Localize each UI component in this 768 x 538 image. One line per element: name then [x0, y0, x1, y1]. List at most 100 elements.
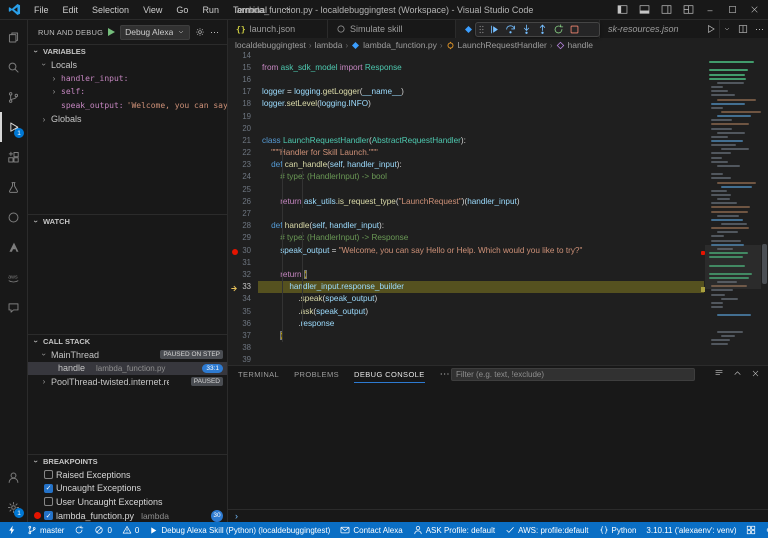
- breakpoint-row[interactable]: Raised Exceptions: [28, 468, 227, 482]
- variable-row[interactable]: › self:: [28, 85, 227, 99]
- run-dropdown-chevron-icon[interactable]: [723, 25, 731, 33]
- line-number[interactable]: 33: [228, 282, 258, 291]
- activitybar-search[interactable]: [0, 52, 27, 82]
- status-language-python[interactable]: Python: [594, 522, 642, 538]
- menu-selection[interactable]: Selection: [85, 5, 136, 15]
- code-line-26[interactable]: 26 return ask_utils.is_request_type("Lau…: [228, 195, 704, 207]
- activitybar-explorer[interactable]: [0, 22, 27, 52]
- line-number[interactable]: 29: [228, 233, 258, 242]
- step-out-icon[interactable]: [535, 23, 550, 36]
- activitybar-aws[interactable]: aws: [0, 262, 27, 292]
- code-line-22[interactable]: 22 """Handler for Skill Launch.""": [228, 147, 704, 159]
- code-line-33[interactable]: 33 handler_input.response_builder: [228, 280, 704, 293]
- code-line-17[interactable]: 17 logger = logging.getLogger(__name__): [228, 86, 704, 98]
- tab-simulate-skill[interactable]: Simulate skill: [328, 20, 456, 38]
- restart-icon[interactable]: [551, 23, 566, 36]
- code-line-29[interactable]: 29 # type: (HandlerInput) -> Response: [228, 232, 704, 244]
- code-line-19[interactable]: 19: [228, 110, 704, 122]
- more-actions-icon[interactable]: ⋯: [210, 27, 219, 38]
- watch-section-header[interactable]: › WATCH: [28, 215, 227, 228]
- code-line-23[interactable]: 23 def can_handle(self, handler_input):: [228, 159, 704, 171]
- code-line-18[interactable]: 18 logger.setLevel(logging.INFO): [228, 98, 704, 110]
- run-python-file-icon[interactable]: [706, 24, 716, 34]
- activitybar-azure[interactable]: [0, 232, 27, 262]
- line-number[interactable]: 30: [228, 246, 258, 255]
- minimap-slider[interactable]: [705, 245, 761, 289]
- status-branch[interactable]: master: [22, 522, 69, 538]
- breadcrumb-lambda-function.py[interactable]: lambda_function.py: [351, 40, 437, 50]
- code-line-34[interactable]: 34 .speak(speak_output): [228, 293, 704, 305]
- line-number[interactable]: 14: [228, 52, 258, 60]
- line-number[interactable]: 20: [228, 124, 258, 133]
- line-number[interactable]: 36: [228, 319, 258, 328]
- line-number[interactable]: 28: [228, 221, 258, 230]
- variables-section-header[interactable]: › VARIABLES: [28, 45, 227, 58]
- continue-icon[interactable]: [487, 23, 502, 36]
- activitybar-extensions[interactable]: [0, 142, 27, 172]
- code-line-38[interactable]: 38: [228, 342, 704, 354]
- menu-go[interactable]: Go: [169, 5, 195, 15]
- code-line-24[interactable]: 24 # type: (HandlerInput) -> bool: [228, 171, 704, 183]
- close-button[interactable]: [744, 1, 764, 19]
- close-panel-icon[interactable]: [751, 369, 760, 378]
- line-number[interactable]: 19: [228, 112, 258, 121]
- panel-tab-problems[interactable]: PROBLEMS: [294, 366, 339, 383]
- breakpoint-row[interactable]: ✓ Uncaught Exceptions: [28, 482, 227, 496]
- line-number[interactable]: 39: [228, 355, 258, 364]
- breadcrumb-launchrequesthandler[interactable]: LaunchRequestHandler: [446, 40, 547, 50]
- status-errors[interactable]: 0: [89, 522, 116, 538]
- code-line-30[interactable]: 30 speak_output = "Welcome, you can say …: [228, 244, 704, 256]
- call-stack-thread2[interactable]: › PoolThread-twisted.internet.react… PAU…: [28, 375, 227, 389]
- line-number[interactable]: 32: [228, 270, 258, 279]
- maximize-button[interactable]: [722, 1, 742, 19]
- step-into-icon[interactable]: [519, 23, 534, 36]
- code-line-32[interactable]: 32 return (: [228, 268, 704, 280]
- breadcrumb-lambda[interactable]: lambda: [315, 40, 343, 50]
- call-stack-frame[interactable]: handle lambda_function.py 33:1: [28, 361, 227, 376]
- activitybar-run-and-debug[interactable]: 1: [0, 112, 27, 142]
- debug-console-filter-input[interactable]: [451, 368, 695, 381]
- step-over-icon[interactable]: [503, 23, 518, 36]
- minimap[interactable]: [701, 55, 761, 347]
- status-feedback[interactable]: [761, 522, 768, 538]
- panel-tab-terminal[interactable]: TERMINAL: [238, 366, 279, 383]
- call-stack-section-header[interactable]: › CALL STACK: [28, 335, 227, 348]
- customize-layout-icon[interactable]: [678, 1, 698, 19]
- maximize-panel-icon[interactable]: [733, 369, 742, 378]
- line-number[interactable]: 22: [228, 148, 258, 157]
- line-number[interactable]: 16: [228, 75, 258, 84]
- stop-icon[interactable]: [567, 23, 582, 36]
- panel-more-tabs-icon[interactable]: ⋯: [440, 369, 450, 380]
- code-line-35[interactable]: 35 .ask(speak_output): [228, 305, 704, 317]
- toggle-panel-icon[interactable]: [634, 1, 654, 19]
- status-warnings[interactable]: 0: [117, 522, 144, 538]
- toggle-sidebar-icon[interactable]: [612, 1, 632, 19]
- debug-config-dropdown[interactable]: Debug Alexa: [120, 24, 190, 40]
- toolbar-drag-handle[interactable]: [479, 25, 484, 34]
- line-number[interactable]: 15: [228, 63, 258, 72]
- toggle-secondary-sidebar-icon[interactable]: [656, 1, 676, 19]
- status-aws-profile[interactable]: AWS: profile:default: [500, 522, 593, 538]
- line-number[interactable]: 26: [228, 197, 258, 206]
- breadcrumb-handle[interactable]: handle: [556, 40, 593, 50]
- breakpoint-checkbox[interactable]: [44, 470, 53, 480]
- code-line-21[interactable]: 21 class LaunchRequestHandler(AbstractReq…: [228, 134, 704, 146]
- variable-row[interactable]: › handler_input:: [28, 72, 227, 86]
- status-debug-config[interactable]: Debug Alexa Skill (Python) (localdebuggi…: [144, 522, 335, 538]
- status-sync[interactable]: [69, 522, 89, 538]
- editor-more-actions-icon[interactable]: ⋯: [755, 24, 764, 35]
- code-line-25[interactable]: 25: [228, 183, 704, 195]
- code-line-28[interactable]: 28 def handle(self, handler_input):: [228, 220, 704, 232]
- code-line-37[interactable]: 37 ): [228, 329, 704, 341]
- line-number[interactable]: 38: [228, 343, 258, 352]
- start-debug-icon[interactable]: [108, 28, 116, 36]
- tab-launch.json[interactable]: {} launch.json: [228, 20, 328, 38]
- scope-globals[interactable]: › Globals: [28, 112, 227, 126]
- activitybar-alexa-skills-toolkit[interactable]: [0, 202, 27, 232]
- breakpoint-checkbox[interactable]: ✓: [44, 483, 53, 493]
- breakpoints-section-header[interactable]: › BREAKPOINTS: [28, 455, 227, 468]
- code-line-31[interactable]: 31: [228, 256, 704, 268]
- scope-locals[interactable]: › Locals: [28, 58, 227, 72]
- activitybar-testing[interactable]: [0, 172, 27, 202]
- gear-icon[interactable]: [195, 27, 205, 37]
